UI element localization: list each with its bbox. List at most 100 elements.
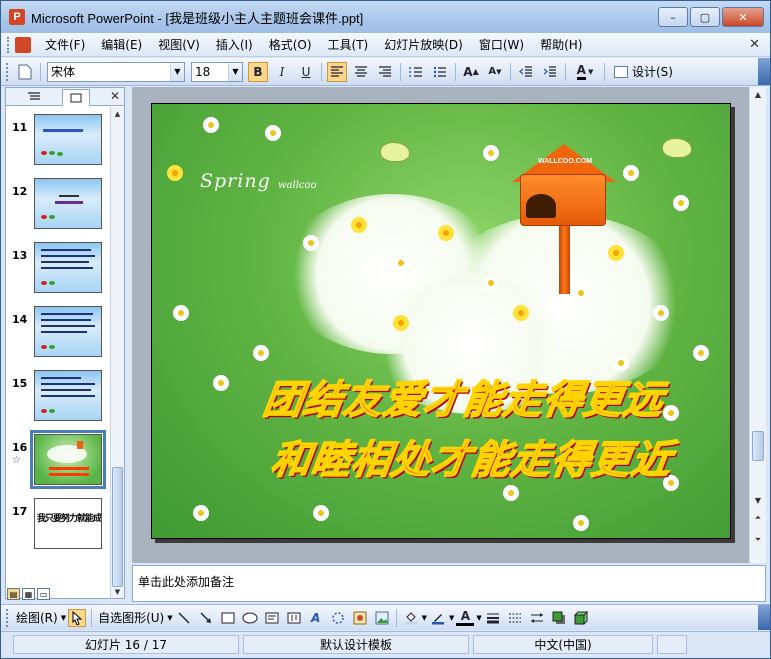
- close-panel-icon[interactable]: ✕: [110, 89, 120, 103]
- slide-thumbnail-15[interactable]: 15: [6, 363, 110, 427]
- slide-preview[interactable]: [34, 370, 102, 421]
- maximize-button[interactable]: ▢: [690, 7, 720, 27]
- align-right-icon[interactable]: [375, 62, 395, 82]
- line-style-icon[interactable]: [484, 609, 502, 627]
- diagram-icon[interactable]: [329, 609, 347, 627]
- menu-insert[interactable]: 插入(I): [208, 34, 261, 56]
- menu-view[interactable]: 视图(V): [150, 34, 208, 56]
- tab-outline-icon[interactable]: [20, 89, 48, 105]
- font-name-select[interactable]: 宋体 ▼: [47, 61, 185, 82]
- slides-panel-scrollbar[interactable]: ▲ ▼: [110, 107, 124, 598]
- menu-grip-handle[interactable]: [7, 36, 11, 53]
- increase-font-size-icon[interactable]: A ▲: [461, 62, 481, 82]
- decrease-indent-icon[interactable]: [516, 62, 536, 82]
- chevron-down-icon[interactable]: ▼: [228, 62, 242, 81]
- underline-button[interactable]: U: [296, 62, 316, 82]
- oval-tool-icon[interactable]: [241, 609, 259, 627]
- chevron-down-icon[interactable]: ▼: [422, 614, 427, 622]
- notes-pane[interactable]: 单击此处添加备注: [132, 565, 766, 602]
- close-window-button[interactable]: ✕: [722, 7, 764, 27]
- slide-thumbnail-14[interactable]: 14: [6, 299, 110, 363]
- select-pointer-icon[interactable]: [68, 608, 87, 627]
- slide-preview[interactable]: [34, 306, 102, 357]
- chevron-down-icon[interactable]: ▼: [588, 68, 593, 76]
- arrow-style-icon[interactable]: [528, 609, 546, 627]
- line-tool-icon[interactable]: [175, 609, 193, 627]
- slide-sorter-view-icon[interactable]: ▦: [22, 588, 35, 600]
- vertical-textbox-icon[interactable]: [285, 609, 303, 627]
- toolbar-grip-handle[interactable]: [6, 608, 10, 627]
- bold-button[interactable]: B: [248, 61, 268, 82]
- new-document-icon[interactable]: [15, 62, 35, 82]
- chevron-down-icon[interactable]: ▼: [449, 614, 454, 622]
- normal-view-icon[interactable]: ▤: [7, 588, 20, 600]
- menu-tools[interactable]: 工具(T): [320, 34, 377, 56]
- toolbar-options-handle[interactable]: [758, 58, 770, 85]
- design-button[interactable]: 设计(S): [614, 63, 673, 80]
- increase-indent-icon[interactable]: [540, 62, 560, 82]
- align-center-icon[interactable]: [351, 62, 371, 82]
- menu-edit[interactable]: 编辑(E): [93, 34, 150, 56]
- close-document-icon[interactable]: ✕: [749, 37, 760, 52]
- slide-thumbnail-12[interactable]: 12: [6, 171, 110, 235]
- scroll-down-icon[interactable]: ▼: [111, 585, 124, 598]
- menu-window[interactable]: 窗口(W): [471, 34, 532, 56]
- slide-preview[interactable]: [34, 242, 102, 293]
- clipart-icon[interactable]: [351, 609, 369, 627]
- previous-slide-icon[interactable]: ⏶: [750, 511, 766, 525]
- minimize-button[interactable]: –: [658, 7, 688, 27]
- chevron-down-icon[interactable]: ▼: [476, 614, 481, 622]
- scroll-up-icon[interactable]: ▲: [750, 87, 766, 101]
- menu-help[interactable]: 帮助(H): [532, 34, 590, 56]
- scroll-up-icon[interactable]: ▲: [111, 107, 124, 120]
- scroll-down-icon[interactable]: ▼: [750, 493, 766, 507]
- dash-style-icon[interactable]: [506, 609, 524, 627]
- slide-thumbnail-11[interactable]: 11: [6, 107, 110, 171]
- 3d-style-icon[interactable]: [572, 609, 590, 627]
- shadow-style-icon[interactable]: [550, 609, 568, 627]
- fill-color-icon[interactable]: [402, 609, 420, 627]
- numbered-list-icon[interactable]: [406, 62, 426, 82]
- chevron-down-icon[interactable]: ▼: [167, 614, 172, 622]
- next-slide-icon[interactable]: ⏷: [750, 533, 766, 547]
- toolbar-options-handle[interactable]: [758, 605, 770, 630]
- rectangle-tool-icon[interactable]: [219, 609, 237, 627]
- slide-thumbnail-17[interactable]: 17 我只要努力就能成为班级的小主人!: [6, 491, 110, 555]
- document-icon[interactable]: [15, 36, 31, 53]
- wordart-icon[interactable]: A: [307, 609, 325, 627]
- chevron-down-icon[interactable]: ▼: [61, 614, 66, 622]
- draw-menu-button[interactable]: 绘图(R): [16, 609, 58, 626]
- slide-preview[interactable]: [34, 114, 102, 165]
- align-left-icon[interactable]: [327, 61, 347, 82]
- slideshow-view-icon[interactable]: ▭: [37, 588, 50, 600]
- slide-thumbnail-13[interactable]: 13: [6, 235, 110, 299]
- font-color-button[interactable]: A ▼: [571, 62, 599, 82]
- scrollbar-thumb[interactable]: [112, 467, 123, 587]
- menu-format[interactable]: 格式(O): [261, 34, 320, 56]
- arrow-tool-icon[interactable]: [197, 609, 215, 627]
- menu-file[interactable]: 文件(F): [37, 34, 93, 56]
- slide-preview[interactable]: [34, 178, 102, 229]
- textbox-tool-icon[interactable]: [263, 609, 281, 627]
- tab-slides-icon[interactable]: [62, 89, 90, 106]
- powerpoint-app-icon[interactable]: P: [9, 9, 25, 25]
- bullet-list-icon[interactable]: [430, 62, 450, 82]
- font-color-draw-icon[interactable]: A: [456, 609, 475, 626]
- current-slide[interactable]: WALLCOO.COM Spring wallcoo 团结友爱才能走得更远 和睦…: [151, 103, 731, 539]
- picture-icon[interactable]: [373, 609, 391, 627]
- line-color-icon[interactable]: [429, 609, 447, 627]
- decrease-font-size-icon[interactable]: A ▼: [485, 62, 505, 82]
- slide-preview[interactable]: 我只要努力就能成为班级的小主人!: [34, 498, 102, 549]
- slide-area-scrollbar[interactable]: ▲ ▼ ⏶ ⏷: [749, 87, 766, 563]
- chevron-down-icon[interactable]: ▼: [170, 62, 184, 81]
- menu-slideshow[interactable]: 幻灯片放映(D): [376, 34, 471, 56]
- slide-thumbnail-16[interactable]: 16 ☆: [6, 427, 110, 491]
- slide-wordart-line-1[interactable]: 团结友爱才能走得更远: [260, 369, 668, 425]
- italic-button[interactable]: I: [272, 62, 292, 82]
- scrollbar-thumb[interactable]: [752, 431, 764, 461]
- slide-wordart-line-2[interactable]: 和睦相处才能走得更近: [268, 429, 676, 485]
- autoshapes-menu-button[interactable]: 自选图形(U): [98, 609, 164, 626]
- font-size-select[interactable]: 18 ▼: [191, 61, 243, 82]
- toolbar-grip-handle[interactable]: [6, 62, 10, 81]
- slide-preview[interactable]: [30, 430, 106, 489]
